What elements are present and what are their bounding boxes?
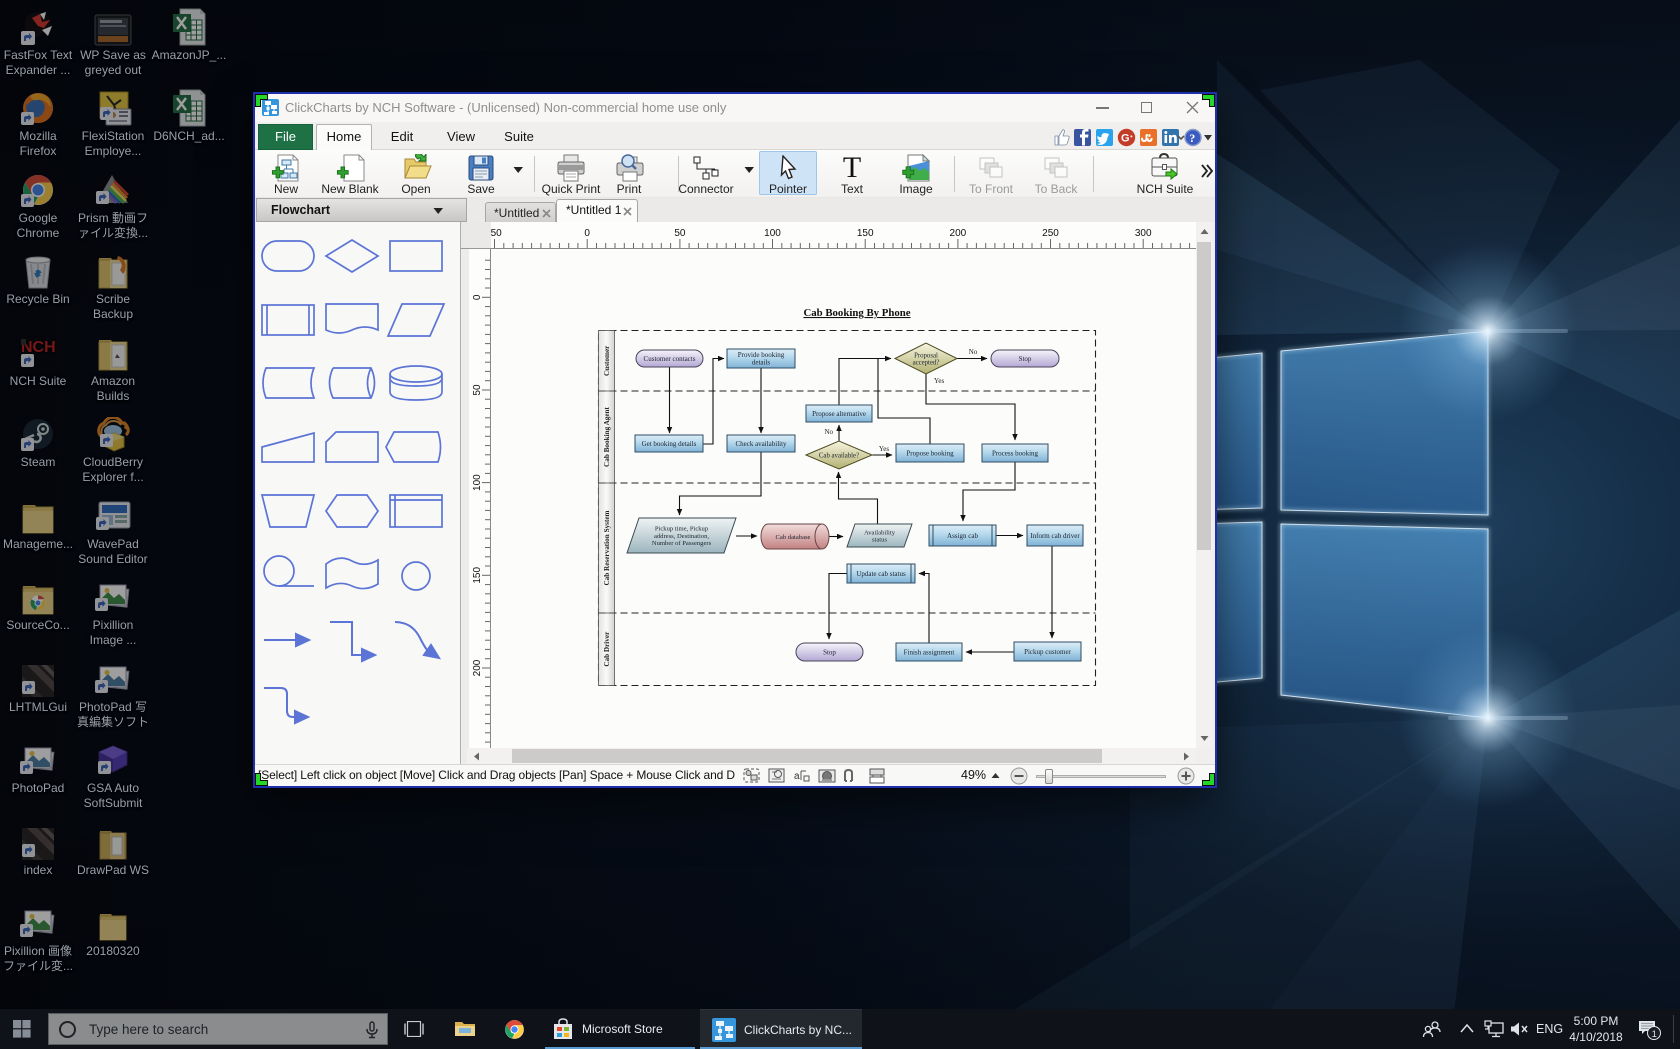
svg-text:0: 0: [584, 228, 590, 239]
svg-text:details: details: [752, 359, 771, 367]
svg-text:1: 1: [1652, 1029, 1657, 1039]
svg-text:Proposal: Proposal: [914, 352, 938, 359]
svg-text:G: G: [1121, 133, 1130, 145]
svg-text:No: No: [969, 348, 978, 356]
svg-text:Stop: Stop: [1019, 355, 1032, 363]
svg-text:100: 100: [764, 228, 781, 239]
svg-text:Availability: Availability: [864, 529, 896, 536]
svg-text:Check availability: Check availability: [735, 440, 787, 448]
svg-text:Process booking: Process booking: [992, 449, 1039, 457]
svg-text:300: 300: [1135, 228, 1152, 239]
svg-text:Propose booking: Propose booking: [906, 449, 954, 457]
svg-text:a: a: [794, 771, 800, 782]
svg-text:Cab Driver: Cab Driver: [603, 631, 611, 667]
svg-text:address, Destination,: address, Destination,: [654, 533, 709, 540]
svg-text:Yes: Yes: [934, 377, 944, 385]
svg-text:Cab Booking Agent: Cab Booking Agent: [603, 406, 611, 467]
svg-text:0: 0: [472, 294, 483, 300]
svg-text:Get booking details: Get booking details: [642, 440, 697, 448]
svg-text:Cab available?: Cab available?: [819, 452, 859, 459]
svg-text:Inform cab driver: Inform cab driver: [1030, 532, 1080, 540]
svg-text:Customer: Customer: [603, 345, 611, 376]
svg-text:-50: -50: [491, 228, 502, 239]
svg-text:150: 150: [857, 228, 874, 239]
svg-text:250: 250: [1042, 228, 1059, 239]
svg-text:Stop: Stop: [823, 648, 836, 656]
svg-text:Update cab status: Update cab status: [856, 570, 906, 578]
svg-text:100: 100: [472, 474, 483, 491]
svg-text:Assign cab: Assign cab: [947, 532, 978, 540]
svg-text:?: ?: [1189, 131, 1195, 145]
svg-text:Number of Passengers: Number of Passengers: [652, 540, 712, 547]
svg-text:50: 50: [674, 228, 686, 239]
svg-text:Customer contacts: Customer contacts: [644, 355, 696, 363]
svg-text:status: status: [872, 537, 887, 544]
svg-text:Pickup time, Pickup: Pickup time, Pickup: [655, 526, 709, 533]
svg-text:Cab Booking By Phone: Cab Booking By Phone: [803, 307, 910, 319]
svg-text:No: No: [824, 428, 833, 436]
svg-text:Pickup customer: Pickup customer: [1024, 648, 1072, 656]
svg-text:200: 200: [950, 228, 967, 239]
svg-text:Cab database: Cab database: [776, 534, 811, 541]
svg-text:Cab Reservation System: Cab Reservation System: [603, 510, 611, 585]
svg-text:Propose alternative: Propose alternative: [812, 410, 866, 418]
svg-text:Finish assignment: Finish assignment: [904, 648, 955, 656]
svg-text:200: 200: [472, 659, 483, 676]
svg-text:150: 150: [472, 567, 483, 584]
svg-text:Yes: Yes: [879, 445, 889, 453]
svg-text:50: 50: [472, 384, 483, 396]
svg-text:accepted?: accepted?: [913, 360, 940, 367]
svg-text:NCH: NCH: [21, 339, 56, 356]
